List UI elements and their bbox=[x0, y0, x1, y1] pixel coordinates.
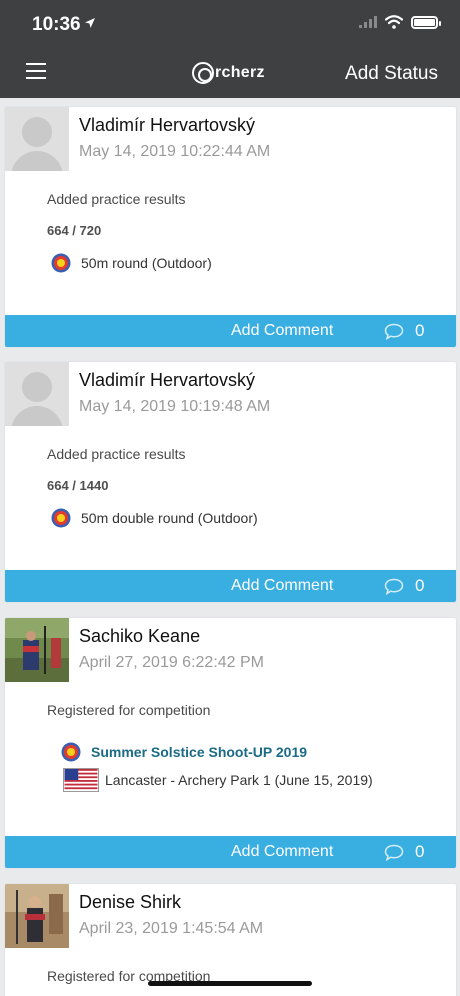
add-comment-button[interactable]: Add Comment bbox=[231, 322, 333, 340]
post-author-name[interactable]: Vladimír Hervartovský bbox=[79, 370, 255, 391]
cellular-signal-icon bbox=[359, 16, 377, 28]
comment-bubble-icon[interactable] bbox=[384, 578, 404, 595]
feed-post: Denise Shirk April 23, 2019 1:45:54 AM R… bbox=[4, 883, 457, 996]
post-footer: Add Comment 0 bbox=[5, 315, 456, 347]
post-date: April 27, 2019 6:22:42 PM bbox=[79, 654, 265, 671]
comment-count: 0 bbox=[415, 842, 425, 861]
post-date: April 23, 2019 1:45:54 AM bbox=[79, 920, 264, 937]
archery-target-icon bbox=[51, 508, 71, 528]
round-info: 50m double round (Outdoor) bbox=[51, 508, 258, 528]
post-activity: Added practice results bbox=[47, 446, 186, 462]
user-photo[interactable] bbox=[5, 618, 69, 682]
default-avatar[interactable] bbox=[5, 362, 69, 426]
default-avatar[interactable] bbox=[5, 107, 69, 171]
status-time: 10:36 bbox=[32, 14, 81, 35]
comment-count: 0 bbox=[415, 321, 425, 340]
menu-icon-line bbox=[26, 77, 46, 79]
feed-post: Sachiko Keane April 27, 2019 6:22:42 PM … bbox=[4, 617, 457, 869]
user-photo[interactable] bbox=[5, 884, 69, 948]
round-name: 50m double round (Outdoor) bbox=[81, 510, 258, 526]
post-author-name[interactable]: Sachiko Keane bbox=[79, 626, 200, 647]
archer-photo-image bbox=[5, 884, 69, 948]
hamburger-menu-button[interactable] bbox=[26, 63, 48, 81]
competition-location: Lancaster - Archery Park 1 (June 15, 201… bbox=[63, 768, 373, 792]
post-score: 664 / 720 bbox=[47, 223, 102, 238]
location-arrow-icon bbox=[85, 18, 95, 28]
archerz-logo: rcherz bbox=[192, 62, 265, 84]
post-activity: Registered for competition bbox=[47, 702, 211, 718]
post-author-name[interactable]: Denise Shirk bbox=[79, 892, 181, 913]
post-author-name[interactable]: Vladimír Hervartovský bbox=[79, 115, 255, 136]
feed-post: Vladimír Hervartovský May 14, 2019 10:19… bbox=[4, 361, 457, 603]
archery-target-icon bbox=[51, 253, 71, 273]
comment-count: 0 bbox=[415, 576, 425, 595]
post-score: 664 / 1440 bbox=[47, 478, 109, 493]
post-activity: Added practice results bbox=[47, 191, 186, 207]
add-comment-button[interactable]: Add Comment bbox=[231, 843, 333, 861]
round-name: 50m round (Outdoor) bbox=[81, 255, 212, 271]
comment-bubble-icon[interactable] bbox=[384, 323, 404, 340]
home-indicator[interactable] bbox=[148, 981, 312, 986]
location-text: Lancaster - Archery Park 1 (June 15, 201… bbox=[105, 772, 373, 788]
wifi-icon bbox=[385, 15, 403, 29]
us-flag-icon bbox=[63, 768, 99, 792]
feed-post: Vladimír Hervartovský May 14, 2019 10:22… bbox=[4, 106, 457, 348]
competition-link[interactable]: Summer Solstice Shoot-UP 2019 bbox=[61, 742, 307, 762]
add-comment-button[interactable]: Add Comment bbox=[231, 577, 333, 595]
post-footer: Add Comment 0 bbox=[5, 570, 456, 602]
comment-bubble-icon[interactable] bbox=[384, 844, 404, 861]
top-bar: 10:36 rcherz Add Status bbox=[0, 0, 460, 98]
activity-feed[interactable]: Vladimír Hervartovský May 14, 2019 10:22… bbox=[0, 98, 460, 996]
logo-text: rcherz bbox=[215, 64, 265, 81]
competition-name[interactable]: Summer Solstice Shoot-UP 2019 bbox=[91, 744, 307, 760]
post-date: May 14, 2019 10:19:48 AM bbox=[79, 398, 271, 415]
archer-photo-image bbox=[5, 618, 69, 682]
add-status-button[interactable]: Add Status bbox=[345, 63, 438, 85]
status-icons bbox=[359, 15, 441, 29]
menu-icon-line bbox=[26, 70, 46, 72]
post-date: May 14, 2019 10:22:44 AM bbox=[79, 143, 271, 160]
round-info: 50m round (Outdoor) bbox=[51, 253, 212, 273]
post-footer: Add Comment 0 bbox=[5, 836, 456, 868]
archery-target-icon bbox=[61, 742, 81, 762]
menu-icon-line bbox=[26, 63, 46, 65]
target-logo-icon bbox=[192, 62, 214, 84]
battery-icon bbox=[411, 15, 441, 29]
